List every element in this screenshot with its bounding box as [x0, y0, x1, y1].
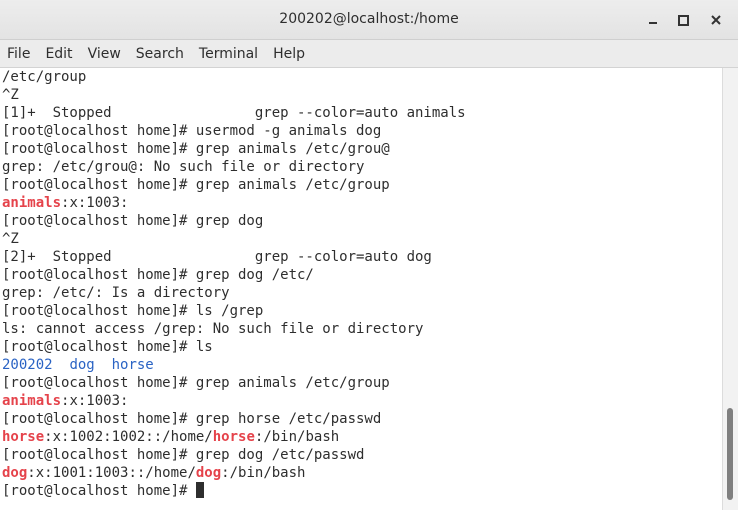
terminal-line: [2]+ Stopped grep --color=auto dog [2, 249, 432, 265]
terminal-window: 200202@localhost:/home File Edit View Se… [0, 0, 738, 510]
match-highlight: animals [2, 195, 62, 211]
line-text: :x:1002:1002::/home/ [44, 429, 213, 445]
terminal-line: [1]+ Stopped grep --color=auto animals [2, 105, 466, 121]
terminal-line: horse:x:1002:1002::/home/horse:/bin/bash [2, 428, 339, 446]
close-icon [711, 15, 721, 25]
scrollbar-thumb[interactable] [727, 408, 733, 500]
title-bar[interactable]: 200202@localhost:/home [0, 0, 738, 40]
text-cursor [195, 482, 204, 498]
vertical-scrollbar[interactable] [722, 68, 738, 510]
directory-entry: horse [111, 357, 154, 373]
terminal-line: grep: /etc/grou@: No such file or direct… [2, 159, 365, 175]
terminal-line: [root@localhost home]# grep dog /etc/ [2, 267, 314, 283]
terminal-line: animals:x:1003: [2, 392, 128, 410]
menu-edit[interactable]: Edit [40, 41, 77, 67]
line-text: :x:1001:1003::/home/ [27, 465, 196, 481]
maximize-icon [677, 14, 689, 26]
menu-file[interactable]: File [2, 41, 35, 67]
terminal-line: dog:x:1001:1003::/home/dog:/bin/bash [2, 464, 305, 482]
menu-bar: File Edit View Search Terminal Help [0, 40, 738, 68]
match-highlight: animals [2, 393, 62, 409]
menu-search[interactable]: Search [131, 41, 189, 67]
terminal-line: grep: /etc/: Is a directory [2, 285, 230, 301]
menu-help[interactable]: Help [268, 41, 310, 67]
terminal-line: ^Z [2, 231, 19, 247]
terminal-line: [root@localhost home]# grep dog /etc/pas… [2, 447, 365, 463]
terminal-line: 200202 dog horse [2, 356, 154, 374]
terminal-line: [root@localhost home]# grep animals /etc… [2, 177, 390, 193]
terminal-line: [root@localhost home]# ls [2, 339, 213, 355]
match-highlight: horse [212, 429, 255, 445]
terminal-line: [root@localhost home]# grep dog [2, 213, 264, 229]
maximize-button[interactable] [672, 9, 694, 31]
terminal-line: /etc/group [2, 69, 87, 85]
terminal-line: [root@localhost home]# ls /grep [2, 303, 264, 319]
line-text: :x:1003: [61, 393, 129, 409]
minimize-button[interactable] [642, 9, 664, 31]
terminal-prompt-line[interactable]: [root@localhost home]# [2, 482, 204, 500]
line-text: :x:1003: [61, 195, 129, 211]
minimize-icon [649, 22, 657, 24]
terminal-line: [root@localhost home]# grep animals /etc… [2, 141, 390, 157]
terminal-line: animals:x:1003: [2, 194, 128, 212]
line-text: :/bin/bash [221, 465, 306, 481]
match-highlight: dog [2, 465, 28, 481]
match-highlight: horse [2, 429, 45, 445]
directory-entry: 200202 [2, 357, 53, 373]
line-text: :/bin/bash [254, 429, 340, 445]
terminal-line: ^Z [2, 87, 19, 103]
terminal-line: [root@localhost home]# usermod -g animal… [2, 123, 382, 139]
menu-view[interactable]: View [83, 41, 126, 67]
menu-terminal[interactable]: Terminal [194, 41, 263, 67]
window-title: 200202@localhost:/home [279, 11, 459, 27]
prompt-text: [root@localhost home]# [2, 483, 196, 499]
terminal-line: [root@localhost home]# grep animals /etc… [2, 375, 390, 391]
close-button[interactable] [705, 9, 727, 31]
match-highlight: dog [195, 465, 222, 481]
terminal-line: ls: cannot access /grep: No such file or… [2, 321, 424, 337]
terminal-output[interactable]: /etc/group ^Z [1]+ Stopped grep --color=… [0, 68, 722, 510]
directory-entry: dog [69, 357, 95, 373]
terminal-line: [root@localhost home]# grep horse /etc/p… [2, 411, 382, 427]
